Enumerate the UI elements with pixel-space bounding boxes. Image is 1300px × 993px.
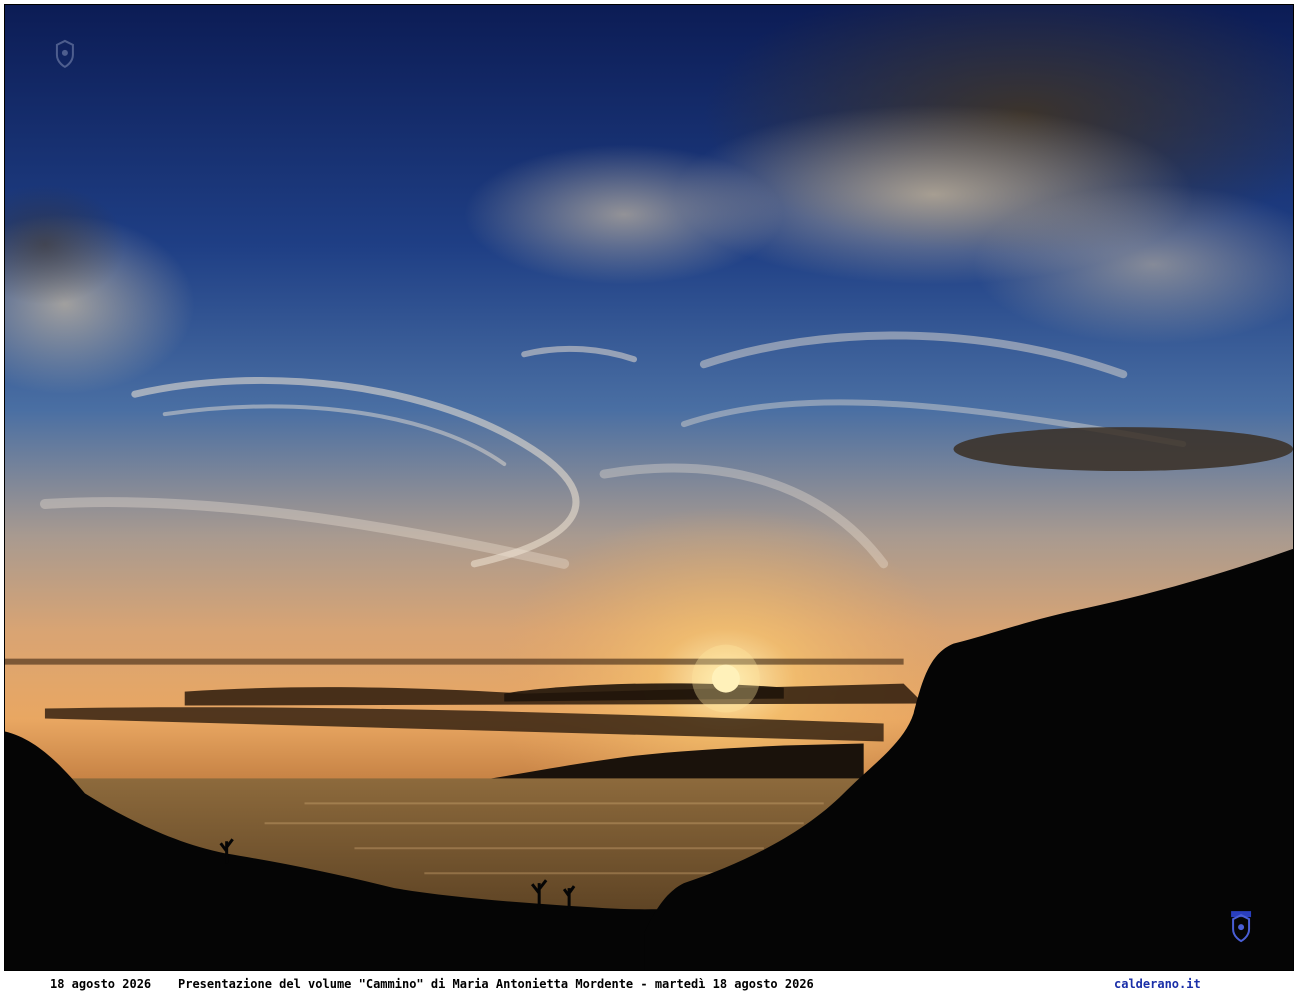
caption-text: Presentazione del volume "Cammino" di Ma… (178, 977, 814, 991)
photo-frame (4, 4, 1294, 971)
caption-bar: 18 agosto 2026 Presentazione del volume … (0, 974, 1300, 993)
site-link[interactable]: calderano.it (1114, 977, 1201, 991)
caption-date: 18 agosto 2026 (50, 977, 152, 991)
sunset-photo (5, 5, 1293, 970)
